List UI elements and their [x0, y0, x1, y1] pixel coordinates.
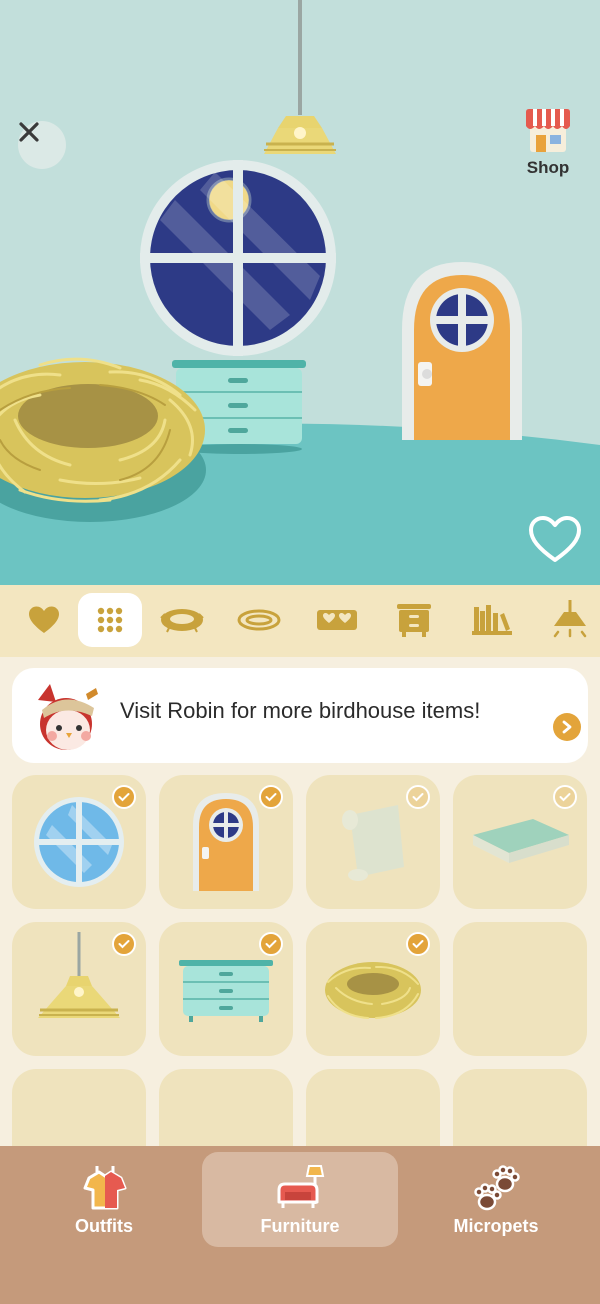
drawer-icon: [397, 604, 431, 637]
nav-micropets[interactable]: Micropets: [398, 1152, 594, 1247]
room-scene: Shop: [0, 0, 600, 585]
category-shelves[interactable]: [460, 593, 524, 647]
close-icon: [19, 122, 39, 142]
checkmark-icon: [412, 940, 424, 949]
chevron-right-icon: [562, 720, 572, 734]
checkmark-icon: [559, 793, 571, 802]
checkmark-icon: [265, 940, 277, 949]
nav-furniture[interactable]: Furniture: [202, 1152, 398, 1247]
banner-arrow: [553, 713, 581, 741]
ceiling-lamp-icon: [553, 600, 587, 638]
furniture-icon: [277, 1165, 325, 1208]
category-bar: [0, 585, 600, 657]
owned-check: [259, 785, 283, 809]
heart-icon: [29, 606, 59, 633]
owned-check: [406, 932, 430, 956]
item-floor-tile[interactable]: [453, 775, 587, 909]
shop-button[interactable]: Shop: [520, 106, 576, 182]
category-mats[interactable]: [305, 593, 369, 647]
robin-avatar: [38, 684, 98, 750]
micropets-icon: [474, 1165, 520, 1211]
category-rugs[interactable]: [227, 593, 291, 647]
shop-icon: [526, 109, 570, 152]
item-straw-nest[interactable]: [306, 922, 440, 1056]
item-teal-dresser[interactable]: [159, 922, 293, 1056]
owned-check: [553, 785, 577, 809]
item-orange-door[interactable]: [159, 775, 293, 909]
oval-rug-icon: [237, 609, 281, 631]
item-wallpaper[interactable]: [306, 775, 440, 909]
favorite-button[interactable]: [528, 515, 582, 565]
category-lighting[interactable]: [538, 593, 600, 647]
doormat-icon: [317, 610, 357, 630]
inventory-panel: Visit Robin for more birdhouse items!: [0, 657, 600, 1203]
category-favorites[interactable]: [12, 593, 76, 647]
heart-outline-icon: [529, 516, 581, 562]
nav-outfits[interactable]: Outfits: [6, 1152, 202, 1247]
owned-check: [259, 932, 283, 956]
nav-micropets-label: Micropets: [453, 1216, 539, 1236]
nest-icon: [160, 609, 204, 633]
close-button[interactable]: [18, 121, 66, 169]
category-storage[interactable]: [382, 593, 446, 647]
visit-robin-banner[interactable]: Visit Robin for more birdhouse items!: [12, 668, 588, 763]
banner-text: Visit Robin for more birdhouse items!: [120, 698, 481, 723]
owned-check: [406, 785, 430, 809]
outfits-icon: [83, 1166, 127, 1210]
checkmark-icon: [118, 793, 130, 802]
item-pendant-lamp[interactable]: [12, 922, 146, 1056]
item-slot-empty: [453, 922, 587, 1056]
nav-furniture-label: Furniture: [260, 1216, 340, 1236]
owned-check: [112, 932, 136, 956]
category-nests[interactable]: [150, 593, 214, 647]
bookshelf-icon: [472, 605, 512, 635]
checkmark-icon: [412, 793, 424, 802]
bottom-nav: Outfits Furniture Micropets: [0, 1146, 600, 1304]
category-all[interactable]: [78, 593, 142, 647]
shop-label: Shop: [526, 158, 570, 177]
item-round-window[interactable]: [12, 775, 146, 909]
checkmark-icon: [118, 940, 130, 949]
grid-icon: [97, 607, 123, 633]
room-illustration: [0, 0, 600, 585]
owned-check: [112, 785, 136, 809]
nav-outfits-label: Outfits: [75, 1216, 133, 1236]
checkmark-icon: [265, 793, 277, 802]
